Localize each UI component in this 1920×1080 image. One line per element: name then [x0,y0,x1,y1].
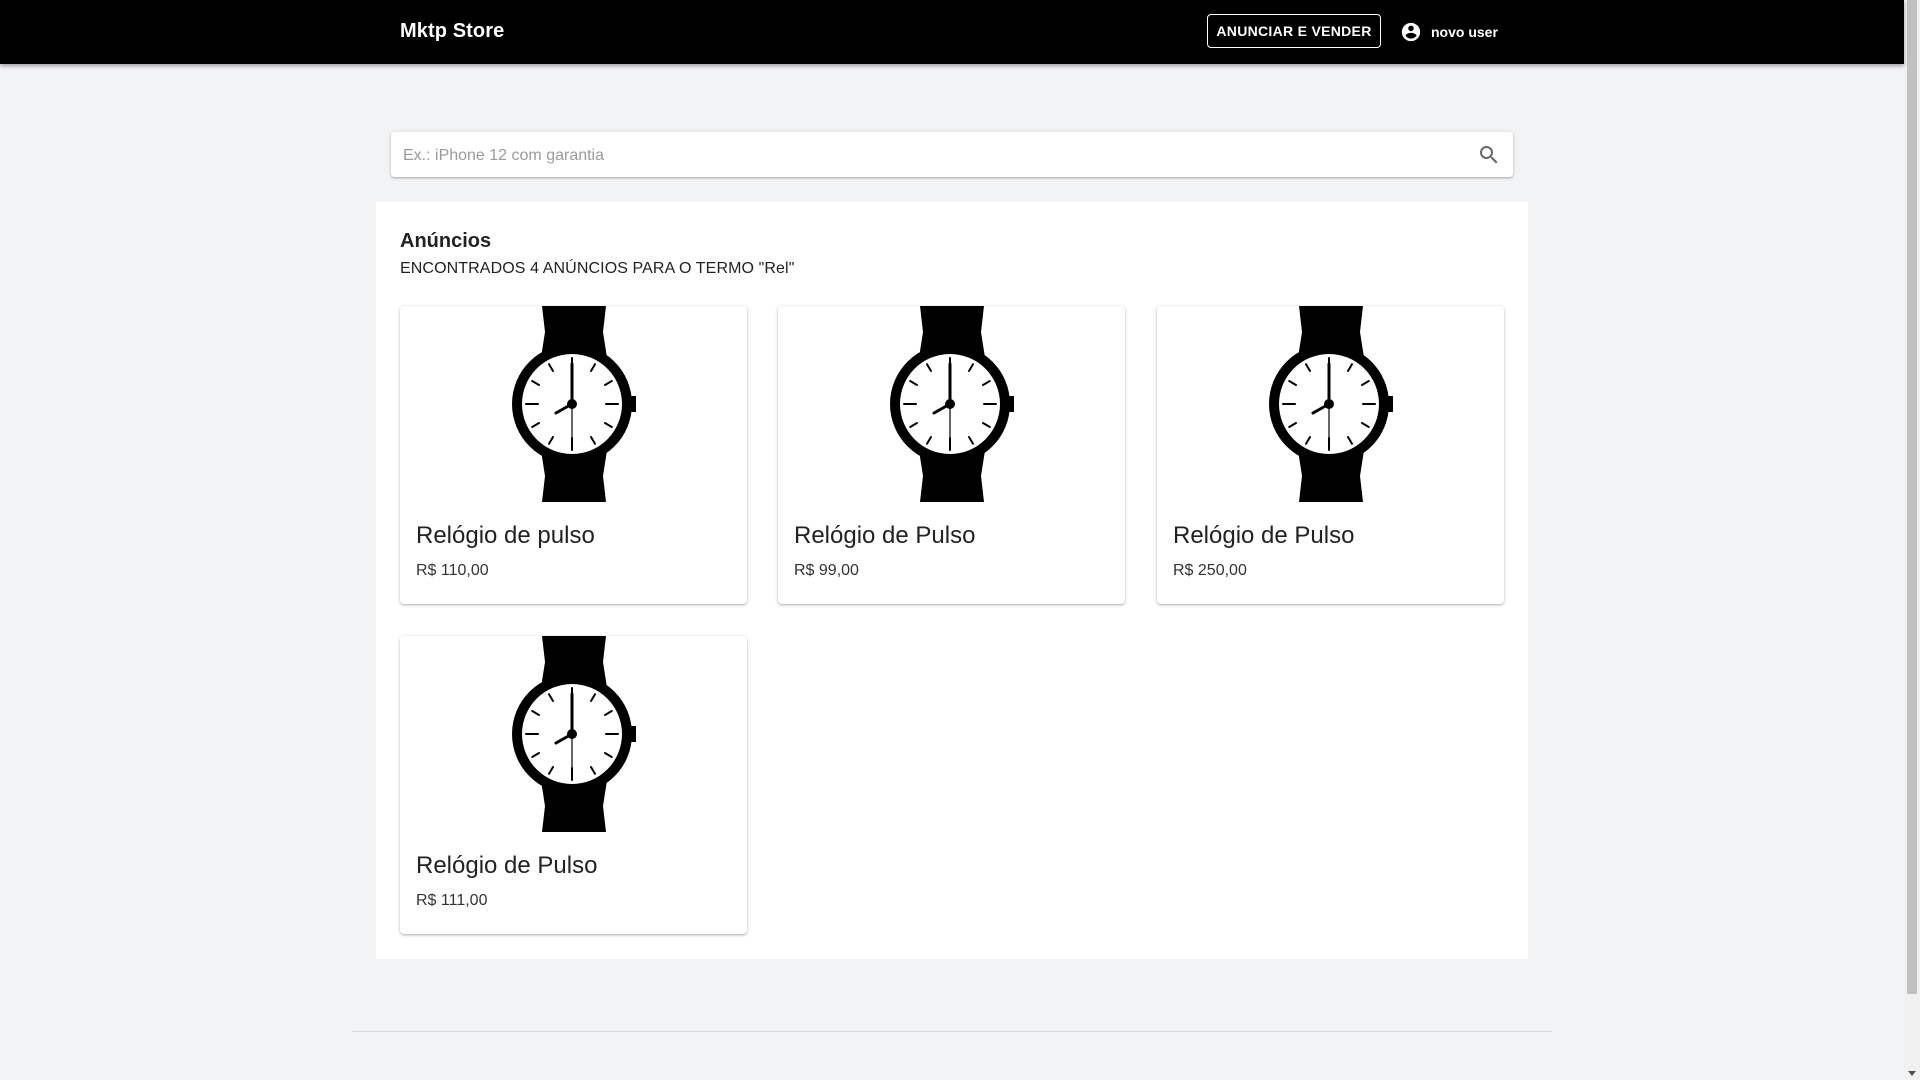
product-image [1157,306,1504,502]
account-circle-icon [1401,22,1421,42]
product-price: R$ 110,00 [416,562,489,579]
search-bar [391,132,1513,179]
product-image [400,636,747,832]
wristwatch-icon [512,306,636,502]
product-price: R$ 99,00 [794,562,859,579]
results-panel: Anúncios ENCONTRADOS 4 ANÚNCIOS PARA O T… [376,202,1528,959]
sell-button[interactable]: ANUNCIAR E VENDER [1207,14,1381,48]
product-image [400,306,747,502]
top-app-bar: Mktp Store ANUNCIAR E VENDER novo user [0,0,1904,64]
product-title: Relógio de Pulso [1173,522,1355,549]
results-title: Anúncios [400,230,492,252]
footer-divider [352,1031,1552,1032]
user-name: novo user [1431,24,1498,40]
product-card[interactable]: Relógio de pulso R$ 110,00 [400,306,747,604]
product-card[interactable]: Relógio de Pulso R$ 99,00 [778,306,1125,604]
product-image [778,306,1125,502]
user-menu[interactable]: novo user [1400,18,1498,46]
wristwatch-icon [512,636,636,832]
product-card[interactable]: Relógio de Pulso R$ 250,00 [1157,306,1504,604]
product-price: R$ 111,00 [416,892,488,909]
search-input[interactable] [401,132,1465,179]
wristwatch-icon [890,306,1014,502]
app-root: Mktp Store ANUNCIAR E VENDER novo user A… [0,0,1920,1080]
search-icon[interactable] [1477,143,1501,167]
page-scrollbar[interactable] [1904,0,1920,1080]
product-title: Relógio de Pulso [794,522,976,549]
wristwatch-icon [1269,306,1393,502]
product-price: R$ 250,00 [1173,562,1247,579]
scrollbar-thumb[interactable] [1907,0,1917,994]
brand-logo-text[interactable]: Mktp Store [400,20,504,43]
product-title: Relógio de pulso [416,522,595,549]
product-title: Relógio de Pulso [416,852,598,879]
product-card[interactable]: Relógio de Pulso R$ 111,00 [400,636,747,934]
scroll-down-arrow-icon[interactable] [1908,1071,1916,1076]
results-count-text: ENCONTRADOS 4 ANÚNCIOS PARA O TERMO "Rel… [400,260,795,277]
